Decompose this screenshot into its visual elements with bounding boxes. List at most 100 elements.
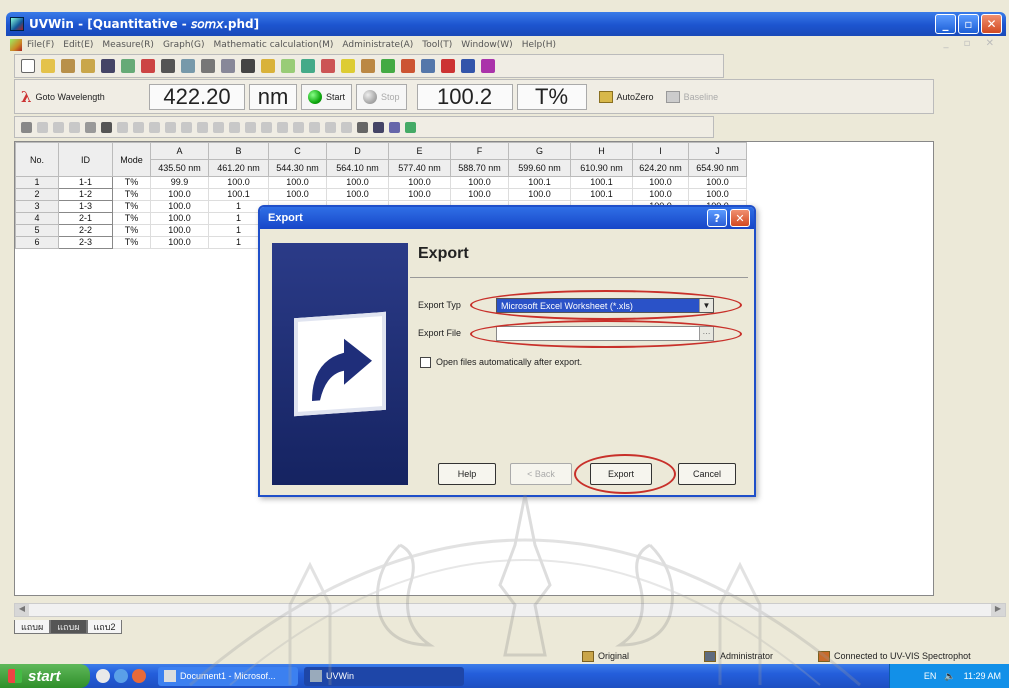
- zoom-out-icon[interactable]: [149, 121, 160, 133]
- add-row-icon[interactable]: [21, 121, 32, 133]
- zoom-in-icon[interactable]: [133, 121, 144, 133]
- table-cell[interactable]: 100.0: [150, 188, 209, 201]
- close-button[interactable]: ✕: [981, 14, 1002, 34]
- menu-tool[interactable]: Tool(T): [422, 40, 452, 50]
- col-header-h[interactable]: H: [570, 142, 633, 160]
- language-indicator[interactable]: EN: [924, 671, 937, 681]
- open-icon[interactable]: [41, 59, 55, 73]
- col-header-g[interactable]: G: [508, 142, 571, 160]
- col-header-a[interactable]: A: [150, 142, 209, 160]
- table-cell[interactable]: T%: [112, 200, 151, 213]
- light-icon[interactable]: [341, 59, 355, 73]
- line-icon[interactable]: [341, 121, 352, 133]
- save-all-icon[interactable]: [121, 59, 135, 73]
- col-header-id[interactable]: ID: [58, 142, 113, 177]
- table-cell[interactable]: 100.0: [632, 188, 689, 201]
- sheet-tab[interactable]: แถบผ: [14, 620, 51, 634]
- print-preview-icon[interactable]: [181, 59, 195, 73]
- task-uvwin[interactable]: UVWin: [304, 666, 464, 686]
- table-cell[interactable]: 100.0: [450, 188, 509, 201]
- col-header-i[interactable]: I: [632, 142, 689, 160]
- align-icon[interactable]: [53, 121, 64, 133]
- table-cell[interactable]: 1-3: [58, 200, 113, 213]
- table-cell[interactable]: 100.0: [150, 200, 209, 213]
- graph-icon[interactable]: [405, 121, 416, 133]
- table-cell[interactable]: 1-1: [58, 176, 113, 189]
- mdi-controls[interactable]: _ ▫ ✕: [943, 38, 1000, 49]
- table-cell[interactable]: 100.0: [208, 176, 269, 189]
- table-cell[interactable]: T%: [112, 236, 151, 249]
- col-header-b[interactable]: B: [208, 142, 269, 160]
- label-icon[interactable]: [309, 121, 320, 133]
- table-cell[interactable]: 3: [15, 200, 59, 213]
- table-cell[interactable]: 100.0: [688, 188, 747, 201]
- trace-icon[interactable]: [293, 121, 304, 133]
- table-cell[interactable]: 6: [15, 236, 59, 249]
- desktop-icon[interactable]: [96, 669, 110, 683]
- scroll-left-icon[interactable]: ◀: [15, 604, 29, 616]
- pan-icon[interactable]: [165, 121, 176, 133]
- sheet-tab[interactable]: แถบ2: [86, 620, 123, 634]
- table-cell[interactable]: 5: [15, 224, 59, 237]
- notes-icon[interactable]: [373, 121, 384, 133]
- wavelength-j[interactable]: 654.90 nm: [688, 159, 747, 177]
- fill-icon[interactable]: [85, 121, 96, 133]
- table-cell[interactable]: 4: [15, 212, 59, 225]
- sheet-tab[interactable]: แถบผ: [50, 620, 87, 634]
- table-cell[interactable]: 100.0: [508, 188, 571, 201]
- menu-edit[interactable]: Edit(E): [63, 40, 93, 50]
- start-menu-button[interactable]: start: [0, 664, 90, 688]
- table-cell[interactable]: 100.0: [150, 224, 209, 237]
- table-cell[interactable]: T%: [112, 188, 151, 201]
- print-icon[interactable]: [161, 59, 175, 73]
- folder-icon[interactable]: [81, 59, 95, 73]
- goto-wavelength-button[interactable]: λ Goto Wavelength: [21, 88, 141, 106]
- scroll-right-icon[interactable]: ▶: [991, 604, 1005, 616]
- lamp-icon[interactable]: [321, 59, 335, 73]
- table-cell[interactable]: 100.1: [570, 176, 633, 189]
- volume-icon[interactable]: 🔈: [944, 671, 955, 682]
- menu-graph[interactable]: Graph(G): [163, 40, 205, 50]
- table-cell[interactable]: 100.0: [150, 236, 209, 249]
- table-cell[interactable]: 100.0: [388, 188, 451, 201]
- table-cell[interactable]: 100.0: [268, 176, 327, 189]
- wavelength-a[interactable]: 435.50 nm: [150, 159, 209, 177]
- col-header-e[interactable]: E: [388, 142, 451, 160]
- col-header-c[interactable]: C: [268, 142, 327, 160]
- col-header-no[interactable]: No.: [15, 142, 59, 177]
- settings-icon[interactable]: [361, 59, 375, 73]
- wavelength-f[interactable]: 588.70 nm: [450, 159, 509, 177]
- col-header-j[interactable]: J: [688, 142, 747, 160]
- wavelength-c[interactable]: 544.30 nm: [268, 159, 327, 177]
- new-icon[interactable]: [21, 59, 35, 73]
- grid-icon[interactable]: [461, 59, 475, 73]
- table-cell[interactable]: 2-3: [58, 236, 113, 249]
- wavelength-e[interactable]: 577.40 nm: [388, 159, 451, 177]
- compare-icon[interactable]: [301, 59, 315, 73]
- menu-help[interactable]: Help(H): [522, 40, 556, 50]
- table-cell[interactable]: T%: [112, 212, 151, 225]
- table-cell[interactable]: 100.0: [632, 176, 689, 189]
- back-button[interactable]: < Back: [510, 463, 572, 485]
- format-icon[interactable]: [69, 121, 80, 133]
- minimize-button[interactable]: _: [935, 14, 956, 34]
- open-folder-icon[interactable]: [61, 59, 75, 73]
- start-button[interactable]: Start: [301, 83, 353, 110]
- open-after-export-checkbox[interactable]: [420, 357, 431, 368]
- cell-icon[interactable]: [441, 59, 455, 73]
- scale-icon[interactable]: [277, 121, 288, 133]
- menu-measure[interactable]: Measure(R): [102, 40, 154, 50]
- chart-icon[interactable]: [261, 59, 275, 73]
- smooth-icon[interactable]: [229, 121, 240, 133]
- menu-math[interactable]: Mathematic calculation(M): [214, 40, 334, 50]
- cancel-button[interactable]: Cancel: [678, 463, 736, 485]
- insert-icon[interactable]: [37, 121, 48, 133]
- marker-icon[interactable]: [357, 121, 368, 133]
- table-cell[interactable]: 100.1: [570, 188, 633, 201]
- save-icon[interactable]: [101, 59, 115, 73]
- baseline-button[interactable]: Baseline: [660, 84, 725, 110]
- valley-icon[interactable]: [213, 121, 224, 133]
- table-cell[interactable]: 100.0: [688, 176, 747, 189]
- help-button[interactable]: Help: [438, 463, 496, 485]
- table-cell[interactable]: 99.9: [150, 176, 209, 189]
